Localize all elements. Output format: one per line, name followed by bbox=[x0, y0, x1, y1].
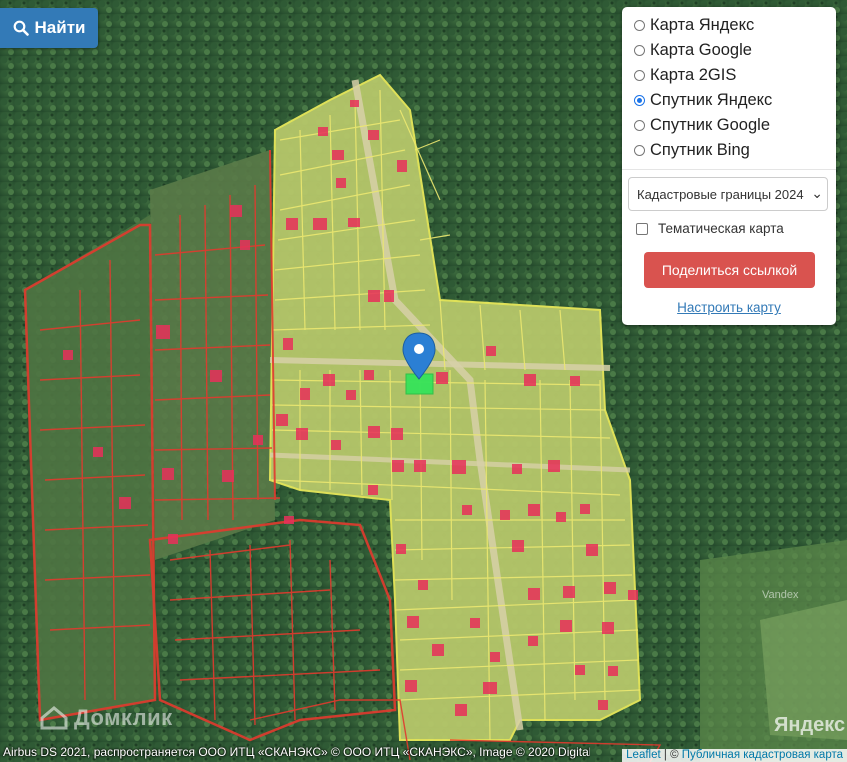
layer-option-2gis-map[interactable]: Карта 2GIS bbox=[634, 66, 736, 85]
layer-option-label: Карта 2GIS bbox=[650, 66, 737, 84]
domclick-watermark-text: Домклик bbox=[74, 705, 173, 730]
house-logo-icon bbox=[40, 706, 68, 730]
layer-option-label: Карта Google bbox=[650, 41, 752, 59]
configure-map-link[interactable]: Настроить карту bbox=[622, 300, 836, 315]
imagery-copyright: Airbus DS 2021, распространяется ООО ИТЦ… bbox=[3, 745, 590, 759]
thematic-map-toggle[interactable]: Тематическая карта bbox=[636, 221, 784, 236]
radio-button[interactable] bbox=[634, 120, 645, 131]
radio-button[interactable] bbox=[634, 20, 645, 31]
attribution-separator: | © bbox=[660, 749, 682, 761]
radio-button[interactable] bbox=[634, 45, 645, 56]
share-link-label: Поделиться ссылкой bbox=[661, 262, 798, 278]
chevron-down-icon: ⌄ bbox=[809, 185, 823, 202]
thematic-map-label: Тематическая карта bbox=[658, 221, 784, 236]
divider bbox=[622, 169, 836, 170]
checkbox[interactable] bbox=[636, 222, 648, 235]
layer-option-label: Спутник Google bbox=[650, 116, 770, 134]
layer-option-google-satellite[interactable]: Спутник Google bbox=[634, 116, 770, 135]
radio-button[interactable] bbox=[634, 70, 645, 81]
radio-button-selected[interactable] bbox=[634, 95, 645, 106]
overlay-select-value: Кадастровые границы 2024 bbox=[637, 187, 804, 202]
layer-option-bing-satellite[interactable]: Спутник Bing bbox=[634, 141, 750, 160]
layer-option-label: Спутник Bing bbox=[650, 141, 750, 159]
share-link-button[interactable]: Поделиться ссылкой bbox=[644, 252, 815, 288]
layer-option-label: Спутник Яндекс bbox=[650, 91, 773, 109]
map-attribution: Leaflet | © Публичная кадастровая карта bbox=[622, 749, 847, 762]
overlay-select[interactable]: Кадастровые границы 2024 ⌄ bbox=[628, 177, 828, 211]
domclick-watermark: Домклик bbox=[40, 705, 173, 731]
yandex-logo: Яндекс bbox=[774, 714, 846, 736]
layer-option-yandex-map[interactable]: Карта Яндекс bbox=[634, 16, 754, 35]
leaflet-link[interactable]: Leaflet bbox=[626, 749, 661, 761]
search-button-label: Найти bbox=[34, 18, 86, 37]
map-watermark-small: Vandex bbox=[762, 589, 799, 601]
map-layers-panel: Карта Яндекс Карта Google Карта 2GIS Спу… bbox=[622, 7, 836, 325]
cadastral-map-link[interactable]: Публичная кадастровая карта bbox=[682, 749, 843, 761]
radio-button[interactable] bbox=[634, 145, 645, 156]
search-icon bbox=[13, 20, 29, 36]
layer-option-label: Карта Яндекс bbox=[650, 16, 755, 34]
layer-option-yandex-satellite[interactable]: Спутник Яндекс bbox=[634, 91, 772, 110]
settlement-west bbox=[25, 215, 155, 720]
search-button[interactable]: Найти bbox=[0, 8, 98, 48]
layer-option-google-map[interactable]: Карта Google bbox=[634, 41, 752, 60]
